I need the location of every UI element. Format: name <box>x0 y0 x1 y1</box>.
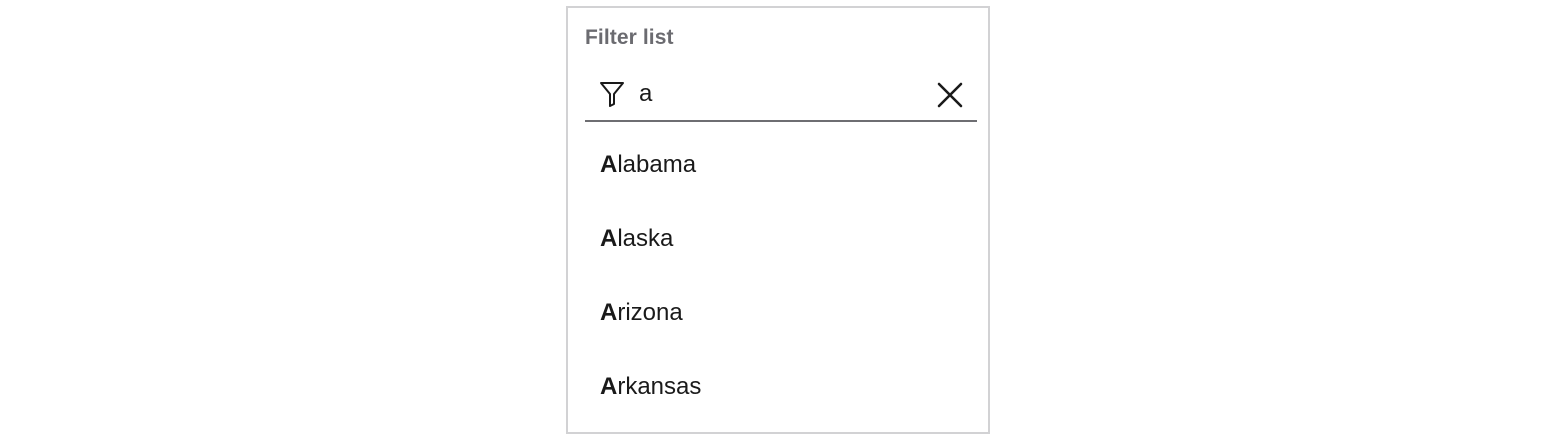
list-item[interactable]: Alaska <box>568 202 988 276</box>
option-rest-text: rizona <box>617 299 683 326</box>
option-match-text: A <box>600 299 618 326</box>
filter-input[interactable] <box>639 76 919 112</box>
close-x-icon <box>937 82 963 108</box>
option-match-text: A <box>600 373 618 400</box>
list-item[interactable]: Arkansas <box>568 350 988 424</box>
option-rest-text: laska <box>617 225 674 252</box>
list-item[interactable]: Alabama <box>568 128 988 202</box>
clear-filter-button[interactable] <box>933 78 967 112</box>
filter-field[interactable] <box>585 70 977 122</box>
filter-list-label: Filter list <box>585 26 674 49</box>
list-item[interactable]: Arizona <box>568 276 988 350</box>
option-rest-text: labama <box>617 151 697 178</box>
option-match-text: A <box>600 225 618 252</box>
options-list: Alabama Alaska Arizona Arkansas <box>568 128 988 424</box>
filter-list-panel: Filter list Alabama Alaska Arizona Arkan… <box>566 6 990 434</box>
filter-funnel-icon <box>599 80 625 108</box>
option-rest-text: rkansas <box>617 373 702 400</box>
option-match-text: A <box>600 151 618 178</box>
